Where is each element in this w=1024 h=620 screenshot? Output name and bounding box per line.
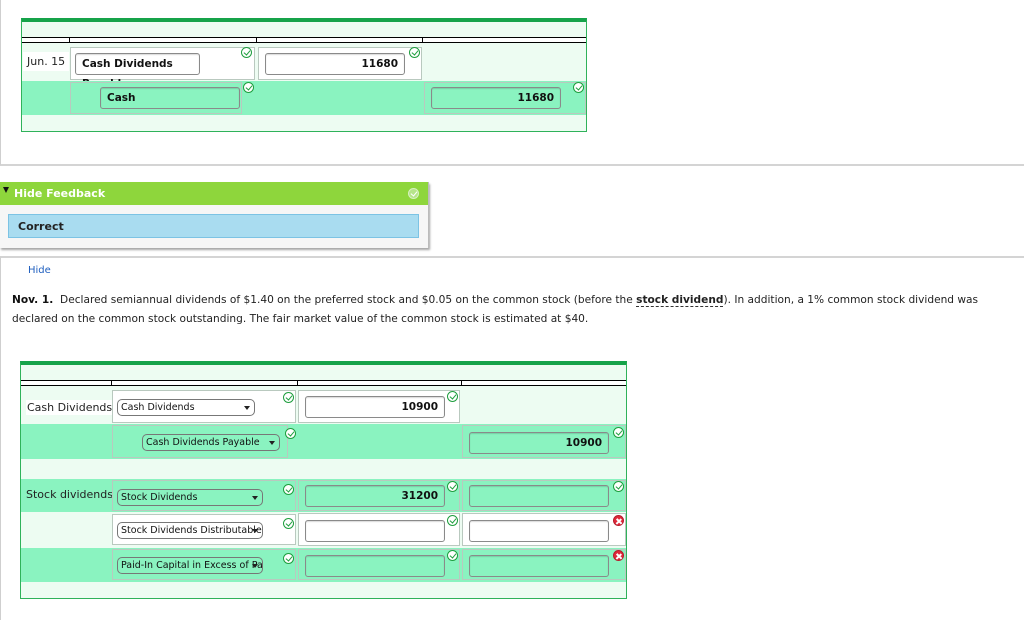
- correct-check-icon: [285, 428, 296, 439]
- collapse-triangle-icon: [3, 187, 9, 193]
- account-input[interactable]: Cash: [100, 87, 240, 109]
- account-select-value: Cash Dividends Payable: [146, 437, 260, 448]
- dropdown-arrow-icon: [252, 529, 258, 533]
- table-row: Stock dividends Stock Dividends 31200: [21, 479, 626, 512]
- row-label: Cash Dividends: [26, 400, 114, 415]
- debit-input[interactable]: [305, 555, 445, 577]
- question-date: Nov. 1.: [12, 294, 54, 306]
- account-cell: Cash Dividends Payable: [70, 47, 255, 90]
- row-label: Stock dividends: [26, 488, 113, 501]
- correct-check-icon: [243, 82, 254, 93]
- dropdown-arrow-icon: [269, 441, 275, 445]
- feedback-result-text: Correct: [18, 220, 64, 233]
- feedback-result: Correct: [8, 214, 419, 238]
- hide-feedback-label: Hide Feedback: [14, 187, 106, 200]
- account-select-value: Stock Dividends: [121, 492, 198, 503]
- dropdown-arrow-icon: [252, 564, 258, 568]
- hide-link[interactable]: Hide: [28, 265, 51, 276]
- table-row: Paid-In Capital in Excess of Par: [21, 548, 626, 582]
- check-icon: [408, 188, 419, 199]
- incorrect-x-icon: [613, 550, 624, 561]
- correct-check-icon: [447, 550, 458, 561]
- credit-input[interactable]: [469, 520, 609, 542]
- debit-input[interactable]: 10900: [305, 396, 445, 418]
- table-row: Stock Dividends Distributable: [21, 512, 626, 548]
- debit-input[interactable]: [305, 520, 445, 542]
- credit-cell: 11680: [424, 82, 586, 114]
- correct-check-icon: [573, 82, 584, 93]
- debit-cell: [298, 549, 460, 580]
- journal-table-nov-1: Cash Dividends Cash Dividends 10900 Cash…: [20, 361, 627, 599]
- question-body-1: Declared semiannual dividends of $1.40 o…: [60, 294, 637, 306]
- credit-cell: [462, 549, 626, 580]
- account-input[interactable]: Cash Dividends Payable: [75, 53, 200, 90]
- account-cell: Cash: [70, 82, 254, 114]
- debit-input[interactable]: 11680: [265, 53, 405, 75]
- hide-feedback-toggle[interactable]: Hide Feedback: [0, 182, 428, 205]
- account-select[interactable]: Cash Dividends Payable: [142, 434, 280, 451]
- correct-check-icon: [283, 484, 294, 495]
- correct-check-icon: [283, 392, 294, 403]
- correct-check-icon: [283, 553, 294, 564]
- correct-check-icon: [613, 427, 624, 438]
- table-row: Cash Dividends Payable 10900: [21, 424, 626, 459]
- debit-cell: 11680: [258, 47, 422, 80]
- table-row: Cash Dividends Cash Dividends 10900: [21, 389, 626, 424]
- table-row: Jun. 15 Cash Dividends Payable 11680: [22, 46, 586, 90]
- journal-table-jun-15: Jun. 15 Cash Dividends Payable 11680 Cas…: [21, 18, 587, 132]
- spacer-row: [21, 459, 626, 479]
- previous-question-panel: Jun. 15 Cash Dividends Payable 11680 Cas…: [0, 0, 1024, 166]
- account-select-value: Cash Dividends: [121, 402, 195, 413]
- debit-cell: 10900: [298, 390, 460, 423]
- account-select[interactable]: Cash Dividends: [117, 399, 255, 416]
- credit-input[interactable]: 10900: [469, 432, 609, 454]
- account-cell: Stock Dividends: [112, 480, 296, 511]
- account-select-value: Stock Dividends Distributable: [121, 525, 262, 536]
- glossary-term-stock-dividend[interactable]: stock dividend: [636, 294, 724, 307]
- correct-check-icon: [283, 518, 294, 529]
- correct-check-icon: [447, 515, 458, 526]
- account-select[interactable]: Paid-In Capital in Excess of Par: [117, 557, 263, 574]
- entry-date: Jun. 15: [23, 52, 70, 71]
- debit-cell: 31200: [298, 480, 460, 511]
- correct-check-icon: [241, 47, 252, 58]
- incorrect-x-icon: [613, 515, 624, 526]
- account-cell: Paid-In Capital in Excess of Par: [112, 549, 296, 580]
- credit-cell: 10900: [462, 425, 626, 458]
- correct-check-icon: [613, 481, 624, 492]
- correct-check-icon: [409, 47, 420, 58]
- question-text: Nov. 1. Declared semiannual dividends of…: [12, 291, 1017, 328]
- feedback-panel: Hide Feedback Correct: [0, 182, 429, 248]
- correct-check-icon: [447, 481, 458, 492]
- account-cell: Cash Dividends: [112, 390, 296, 423]
- credit-cell: [462, 480, 626, 511]
- account-cell: Stock Dividends Distributable: [112, 514, 296, 545]
- dropdown-arrow-icon: [244, 406, 250, 410]
- credit-input[interactable]: [469, 555, 609, 577]
- table-header-rule: [22, 37, 586, 43]
- table-row: Cash 11680: [22, 81, 586, 115]
- correct-check-icon: [447, 391, 458, 402]
- account-select[interactable]: Stock Dividends Distributable: [117, 522, 263, 539]
- account-select-value: Paid-In Capital in Excess of Par: [121, 560, 263, 571]
- dropdown-arrow-icon: [252, 496, 258, 500]
- account-cell: Cash Dividends Payable: [112, 425, 296, 458]
- credit-input[interactable]: 11680: [431, 87, 561, 109]
- debit-cell: [298, 513, 460, 546]
- debit-input[interactable]: 31200: [305, 485, 445, 507]
- credit-input[interactable]: [469, 485, 609, 507]
- table-header-rule: [21, 380, 626, 386]
- account-select[interactable]: Stock Dividends: [117, 489, 263, 506]
- credit-cell: [462, 513, 626, 546]
